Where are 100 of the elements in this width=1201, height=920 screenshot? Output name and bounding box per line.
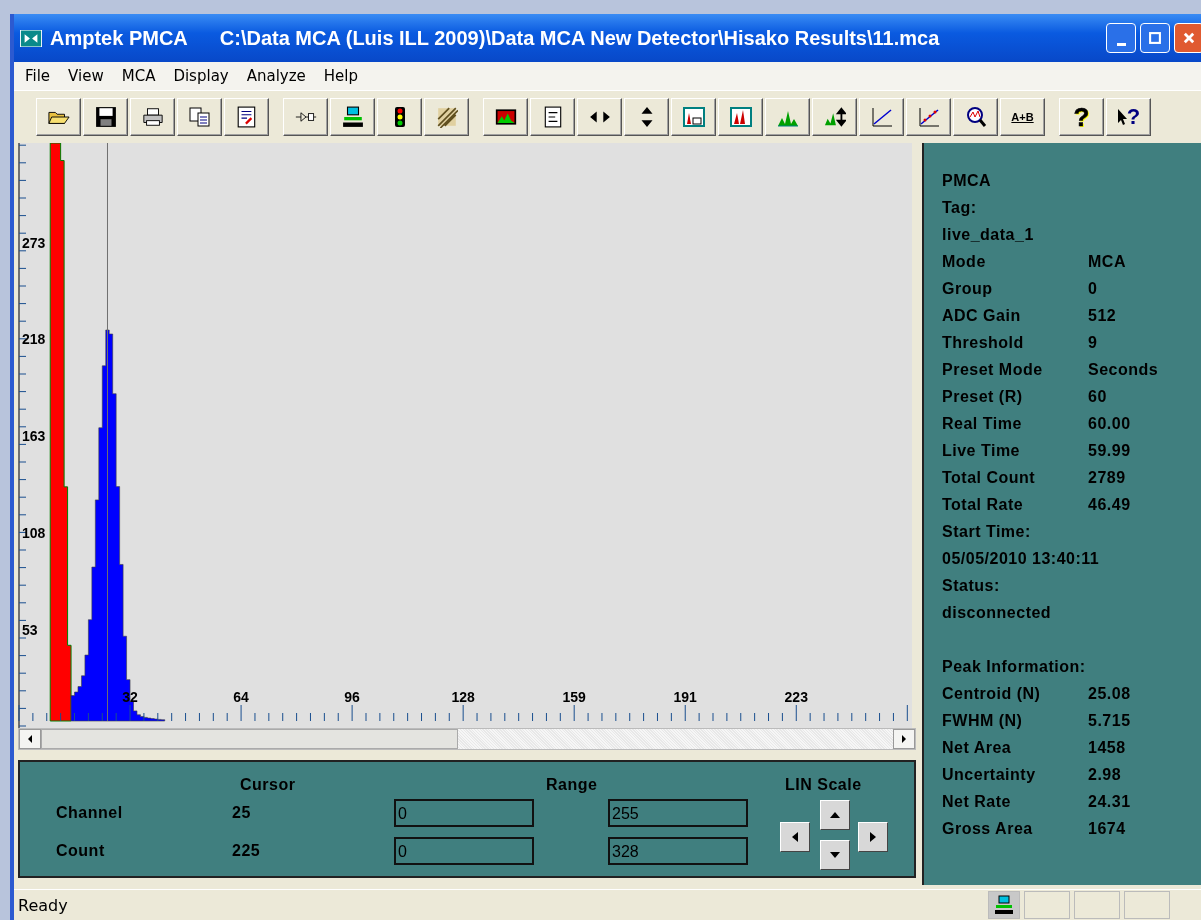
axis-label: 191 [672,689,698,705]
info-label: Uncertainty [942,765,1037,784]
toolbar-button[interactable] [812,98,857,136]
scale-left-button[interactable] [780,822,810,852]
toolbar-button[interactable] [671,98,716,136]
maximize-button[interactable] [1140,23,1170,53]
toolbar-button[interactable]: ? [1106,98,1151,136]
copy-icon [188,106,211,128]
axis-label: 128 [450,689,476,705]
minimize-icon [1116,42,1126,46]
info-label: FWHM (N) [942,711,1024,730]
info-value: 2789 [1088,468,1126,487]
toolbar-button[interactable] [530,98,575,136]
toolbar-button[interactable] [577,98,622,136]
info-label: Group [942,279,994,298]
computer-icon [994,895,1014,915]
toolbar-button[interactable] [718,98,763,136]
window-title: Amptek PMCA [50,26,188,50]
toolbar-button[interactable] [36,98,81,136]
axis-label: 108 [22,524,46,541]
menu-item[interactable]: File [18,65,58,87]
info-value: 46.49 [1088,495,1131,514]
menu-item[interactable]: View [61,65,111,87]
axis-label: 53 [22,621,38,638]
info-value: 0 [1088,279,1098,298]
app-icon [20,29,42,47]
peak-scale-icon [823,106,846,128]
line-graph-icon [870,106,893,128]
info-label: Preset Mode [942,360,1044,379]
axis-label: 159 [561,689,587,705]
toolbar-button[interactable] [906,98,951,136]
info-label: Threshold [942,333,1025,352]
toolbar-button[interactable] [330,98,375,136]
toolbar-button[interactable]: ? [1059,98,1104,136]
scroll-left-button[interactable] [19,729,41,749]
info-label: Status: [942,576,1000,595]
menu-item[interactable]: Help [316,65,365,87]
range-from-field[interactable]: 0 [394,799,534,827]
menu-item[interactable]: Analyze [239,65,313,87]
info-value: 25.08 [1088,684,1131,703]
toolbar-button[interactable] [130,98,175,136]
toolbar-button[interactable] [859,98,904,136]
horizontal-scrollbar[interactable] [18,728,916,750]
info-value: 60.00 [1088,414,1131,433]
scale-up-button[interactable] [820,800,850,830]
info-value: 24.31 [1088,792,1131,811]
toolbar-button[interactable] [377,98,422,136]
toolbar-button[interactable] [224,98,269,136]
toolbar-button[interactable] [424,98,469,136]
scale-right-button[interactable] [858,822,888,852]
toolbar-button[interactable]: A+B [1000,98,1045,136]
toolbar-button[interactable] [283,98,328,136]
toolbar-button[interactable] [953,98,998,136]
toolbar-button[interactable] [483,98,528,136]
range-from-field[interactable]: 0 [394,837,534,865]
info-label: Preset (R) [942,387,1024,406]
maximize-icon [1148,31,1162,45]
zoom-icon [964,106,987,128]
close-button[interactable] [1174,23,1201,53]
toolbar-button[interactable] [624,98,669,136]
document-icon [235,106,258,128]
info-value: MCA [1088,252,1126,271]
toolbar-button[interactable] [177,98,222,136]
info-label: Gross Area [942,819,1034,838]
info-value: 5.715 [1088,711,1131,730]
status-pane [1074,891,1120,919]
peak-window-icon [682,106,705,128]
axis-label: 64 [232,689,250,705]
range-to-field[interactable]: 328 [608,837,748,865]
file-path: C:\Data MCA (Luis ILL 2009)\Data MCA New Detector\Hisako Results\11.mca [219,26,940,50]
info-value: 512 [1088,306,1117,325]
minimize-button[interactable] [1106,23,1136,53]
toolbar-button[interactable] [765,98,810,136]
status-pane [1124,891,1170,919]
menu-item[interactable]: MCA [114,65,163,87]
scroll-thumb[interactable] [41,729,458,749]
scroll-right-button[interactable] [893,729,915,749]
info-label: Peak Information: [942,657,1086,676]
row-label: Count [56,842,106,860]
toolbar-button[interactable] [83,98,128,136]
info-label: Net Rate [942,792,1012,811]
info-value: Seconds [1088,360,1159,379]
row-label: Channel [56,804,124,822]
info-label: Tag: [942,198,977,217]
info-label: ADC Gain [942,306,1022,325]
peaks-icon [729,106,752,128]
info-value: 9 [1088,333,1098,352]
info-label: PMCA [942,171,992,190]
column-header: Range [545,776,599,794]
range-to-field[interactable]: 255 [608,799,748,827]
info-label: Start Time: [942,522,1031,541]
status-pane [1024,891,1070,919]
right-arrow-icon [870,832,876,842]
cursor-value: 25 [232,804,252,822]
axis-label: 273 [22,234,46,251]
menu-item[interactable]: Display [166,65,236,87]
info-label: Live Time [942,441,1021,460]
axis-label: 218 [22,331,46,348]
scale-down-button[interactable] [820,840,850,870]
info-label: live_data_1 [942,225,1034,244]
